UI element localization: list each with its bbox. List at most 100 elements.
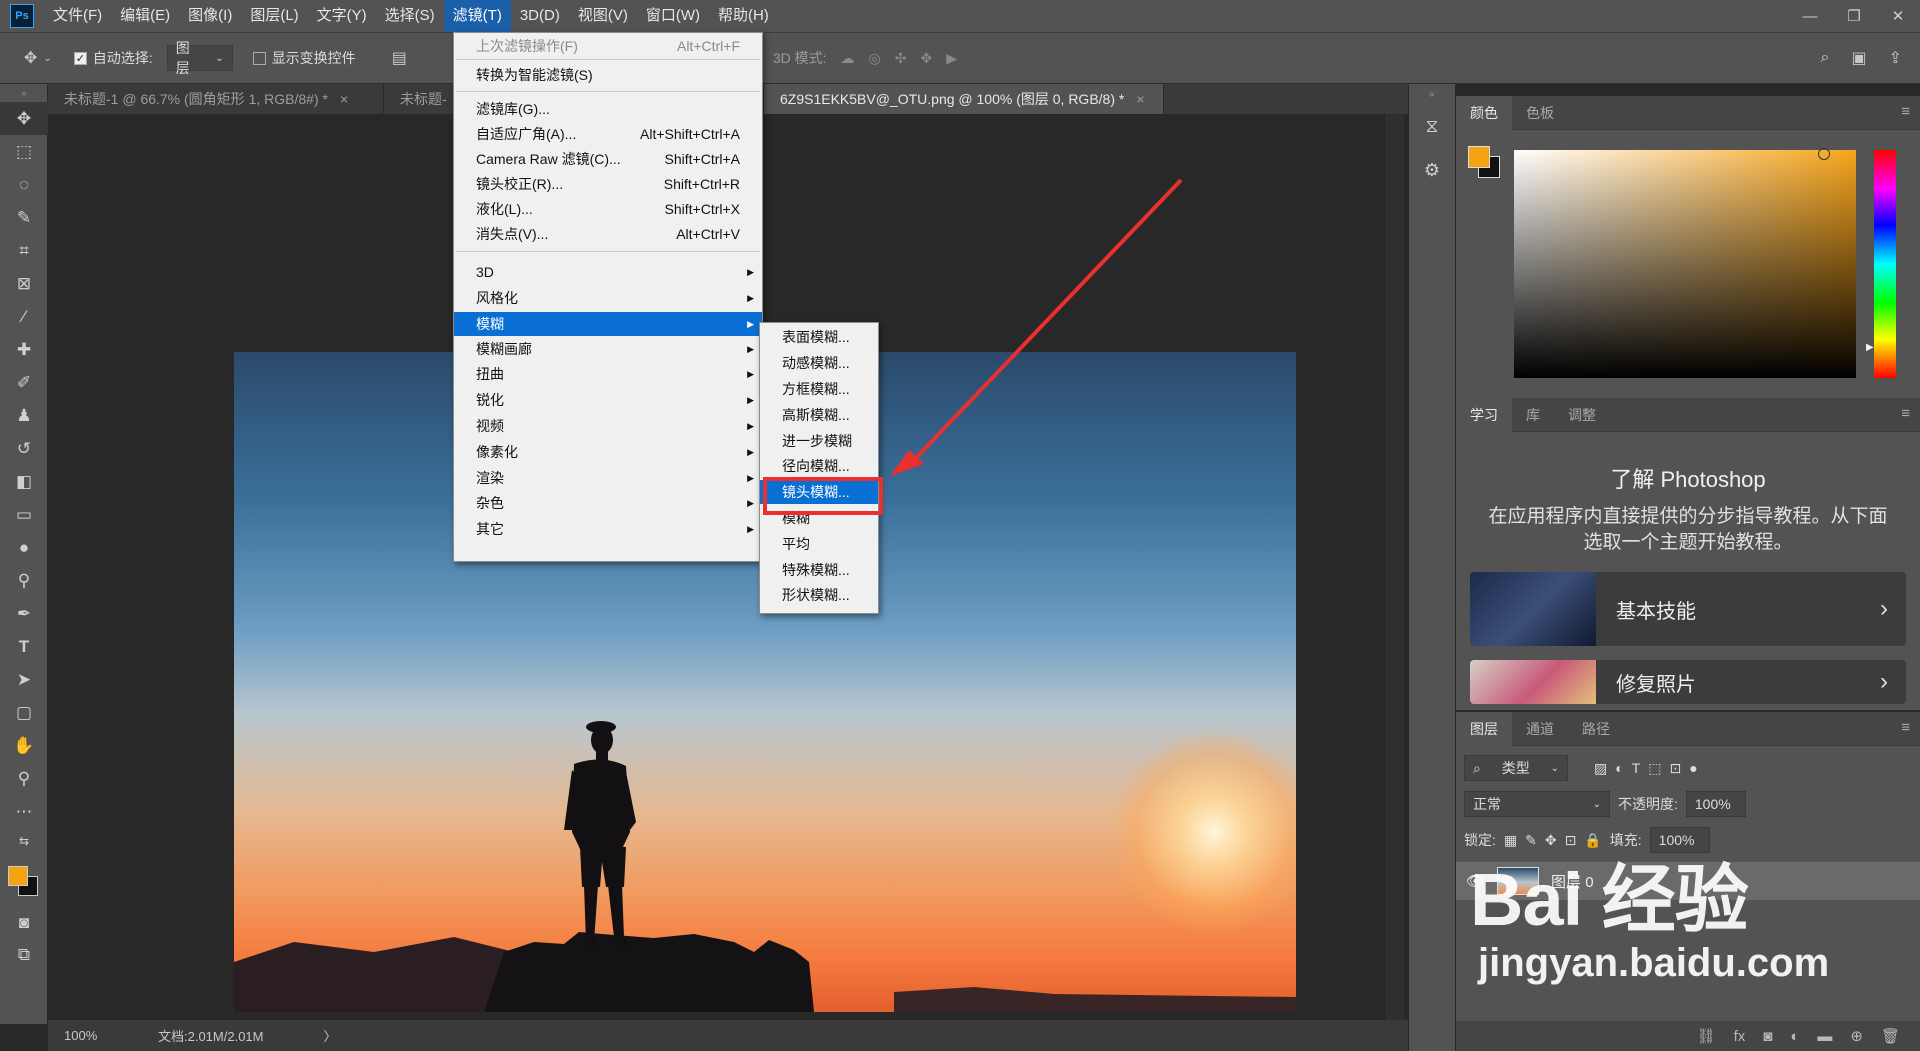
path-select-tool-icon[interactable]: ➤ bbox=[0, 663, 48, 696]
submenu-item-average[interactable]: 平均 bbox=[760, 532, 878, 556]
menu-item-lens-correction[interactable]: 镜头校正(R)... Shift+Ctrl+R bbox=[454, 172, 762, 196]
tab-channels[interactable]: 通道 bbox=[1512, 712, 1568, 746]
hue-slider[interactable] bbox=[1874, 150, 1896, 378]
menu-item-blur-gallery[interactable]: 模糊画廊 ▶ bbox=[454, 337, 762, 361]
menu-item-convert-smart-filter[interactable]: 转换为智能滤镜(S) bbox=[454, 63, 762, 87]
frame-tool-icon[interactable]: ⊠ bbox=[0, 267, 48, 300]
submenu-item-smart-blur[interactable]: 特殊模糊... bbox=[760, 558, 878, 582]
history-brush-tool-icon[interactable]: ↺ bbox=[0, 432, 48, 465]
close-icon[interactable]: × bbox=[1136, 91, 1144, 107]
adjustment-layer-icon[interactable]: ◐ bbox=[1790, 1028, 1799, 1045]
menu-item-3d[interactable]: 3D ▶ bbox=[454, 260, 762, 284]
tab-libraries[interactable]: 库 bbox=[1512, 398, 1554, 432]
filter-toggle-icon[interactable]: ● bbox=[1689, 760, 1697, 776]
shape-filter-icon[interactable]: ⬚ bbox=[1648, 760, 1661, 777]
screen-mode-icon[interactable]: ⧉ bbox=[0, 938, 48, 971]
blur-tool-icon[interactable]: ● bbox=[0, 531, 48, 564]
menu-item-sharpen[interactable]: 锐化 ▶ bbox=[454, 388, 762, 412]
eraser-tool-icon[interactable]: ◧ bbox=[0, 465, 48, 498]
group-folder-icon[interactable]: ▬ bbox=[1817, 1028, 1832, 1045]
move-tool-preset[interactable]: ✥ ⌄ bbox=[24, 48, 52, 68]
opacity-input[interactable]: 100% bbox=[1685, 791, 1746, 817]
menu-image[interactable]: 图像(I) bbox=[179, 0, 241, 32]
tab-paths[interactable]: 路径 bbox=[1568, 712, 1624, 746]
panel-menu-icon[interactable]: ≡ bbox=[1901, 405, 1910, 422]
gradient-tool-icon[interactable]: ▭ bbox=[0, 498, 48, 531]
stamp-tool-icon[interactable]: ♟ bbox=[0, 399, 48, 432]
search-icon[interactable]: ⌕ bbox=[1821, 49, 1830, 67]
submenu-item-box-blur[interactable]: 方框模糊... bbox=[760, 377, 878, 401]
tab-color[interactable]: 颜色 bbox=[1456, 95, 1512, 130]
submenu-item-surface-blur[interactable]: 表面模糊... bbox=[760, 325, 878, 349]
menu-item-liquify[interactable]: 液化(L)... Shift+Ctrl+X bbox=[454, 197, 762, 221]
learn-card-basic-skills[interactable]: 基本技能 › bbox=[1470, 572, 1906, 646]
tab-active-document[interactable]: 6Z9S1EKK5BV@_OTU.png @ 100% (图层 0, RGB/8… bbox=[764, 84, 1164, 114]
scale-3d-icon[interactable]: ▶ bbox=[946, 50, 957, 67]
color-picker-field[interactable] bbox=[1514, 148, 1856, 378]
dodge-tool-icon[interactable]: ⚲ bbox=[0, 564, 48, 597]
submenu-item-gaussian-blur[interactable]: 高斯模糊... bbox=[760, 403, 878, 427]
zoom-level[interactable]: 100% bbox=[48, 1028, 108, 1043]
menu-window[interactable]: 窗口(W) bbox=[637, 0, 709, 32]
submenu-item-blur-more[interactable]: 进一步模糊 bbox=[760, 429, 878, 453]
menu-item-filter-gallery[interactable]: 滤镜库(G)... bbox=[454, 97, 762, 121]
orbit-3d-icon[interactable]: ☁ bbox=[841, 50, 855, 67]
close-window-button[interactable]: ✕ bbox=[1876, 0, 1920, 32]
type-filter-icon[interactable]: T bbox=[1632, 760, 1641, 776]
workspace-icon[interactable]: ▣ bbox=[1851, 48, 1866, 68]
brush-tool-icon[interactable]: ✐ bbox=[0, 366, 48, 399]
menu-type[interactable]: 文字(Y) bbox=[308, 0, 376, 32]
hand-tool-icon[interactable]: ✋ bbox=[0, 729, 48, 762]
smart-object-filter-icon[interactable]: ⊡ bbox=[1670, 760, 1682, 777]
learn-card-fix-photos[interactable]: 修复照片 › bbox=[1470, 660, 1906, 704]
menu-3d[interactable]: 3D(D) bbox=[511, 0, 569, 32]
lasso-tool-icon[interactable]: ◌ bbox=[0, 168, 48, 201]
new-layer-icon[interactable]: ⊕ bbox=[1850, 1027, 1863, 1045]
close-icon[interactable]: × bbox=[340, 91, 348, 107]
menu-item-last-filter[interactable]: 上次滤镜操作(F) Alt+Ctrl+F bbox=[454, 34, 762, 58]
edit-toolbar-icon[interactable]: ⋯ bbox=[0, 795, 48, 828]
healing-tool-icon[interactable]: ✚ bbox=[0, 333, 48, 366]
history-panel-icon[interactable]: ⧖ bbox=[1409, 104, 1455, 148]
tab-swatches[interactable]: 色板 bbox=[1512, 96, 1568, 130]
collapse-icon[interactable]: » bbox=[0, 84, 48, 102]
trash-icon[interactable]: 🗑 bbox=[1881, 1027, 1900, 1045]
link-layers-icon[interactable]: ⛓ bbox=[1697, 1027, 1716, 1045]
eyedropper-tool-icon[interactable]: ⁄ bbox=[0, 300, 48, 333]
menu-item-stylize[interactable]: 风格化 ▶ bbox=[454, 286, 762, 310]
slide-3d-icon[interactable]: ✥ bbox=[920, 50, 932, 67]
menu-item-camera-raw[interactable]: Camera Raw 滤镜(C)... Shift+Ctrl+A bbox=[454, 147, 762, 171]
panel-menu-icon[interactable]: ≡ bbox=[1901, 719, 1910, 736]
zoom-tool-icon[interactable]: ⚲ bbox=[0, 762, 48, 795]
crop-tool-icon[interactable]: ⌗ bbox=[0, 234, 48, 267]
roll-3d-icon[interactable]: ◎ bbox=[869, 50, 881, 67]
menu-help[interactable]: 帮助(H) bbox=[709, 0, 778, 32]
menu-item-adaptive-wide-angle[interactable]: 自适应广角(A)... Alt+Shift+Ctrl+A bbox=[454, 122, 762, 146]
blend-mode-dropdown[interactable]: 正常 ⌄ bbox=[1464, 791, 1610, 817]
restore-button[interactable]: ❐ bbox=[1832, 0, 1876, 32]
menu-view[interactable]: 视图(V) bbox=[569, 0, 637, 32]
hue-slider-handle-icon[interactable]: ▶ bbox=[1866, 342, 1874, 353]
tab-learn[interactable]: 学习 bbox=[1456, 397, 1512, 432]
menu-item-vanishing-point[interactable]: 消失点(V)... Alt+Ctrl+V bbox=[454, 222, 762, 246]
foreground-color-swatch[interactable] bbox=[8, 866, 28, 886]
vertical-scrollbar[interactable] bbox=[1384, 114, 1404, 1020]
pixel-filter-icon[interactable]: ▨ bbox=[1594, 760, 1607, 777]
menu-item-distort[interactable]: 扭曲 ▶ bbox=[454, 362, 762, 386]
minimize-button[interactable]: — bbox=[1788, 0, 1832, 32]
menu-select[interactable]: 选择(S) bbox=[376, 0, 444, 32]
layer-filter-dropdown[interactable]: ⌕ 类型 ⌄ bbox=[1464, 755, 1568, 781]
show-transform-checkbox[interactable]: 显示变换控件 bbox=[252, 48, 356, 68]
status-menu-icon[interactable]: 〉 bbox=[324, 1026, 337, 1045]
tab-layers[interactable]: 图层 bbox=[1456, 711, 1512, 746]
menu-edit[interactable]: 编辑(E) bbox=[111, 0, 179, 32]
pan-3d-icon[interactable]: ✣ bbox=[895, 50, 907, 67]
menu-layer[interactable]: 图层(L) bbox=[241, 0, 307, 32]
quick-select-tool-icon[interactable]: ✎ bbox=[0, 201, 48, 234]
align-left-button[interactable]: ▤ bbox=[392, 48, 407, 68]
quick-mask-icon[interactable]: ◙ bbox=[0, 906, 48, 939]
submenu-item-motion-blur[interactable]: 动感模糊... bbox=[760, 351, 878, 375]
menu-item-pixelate[interactable]: 像素化 ▶ bbox=[454, 440, 762, 464]
submenu-item-shape-blur[interactable]: 形状模糊... bbox=[760, 583, 878, 607]
menu-item-other[interactable]: 其它 ▶ bbox=[454, 517, 762, 541]
